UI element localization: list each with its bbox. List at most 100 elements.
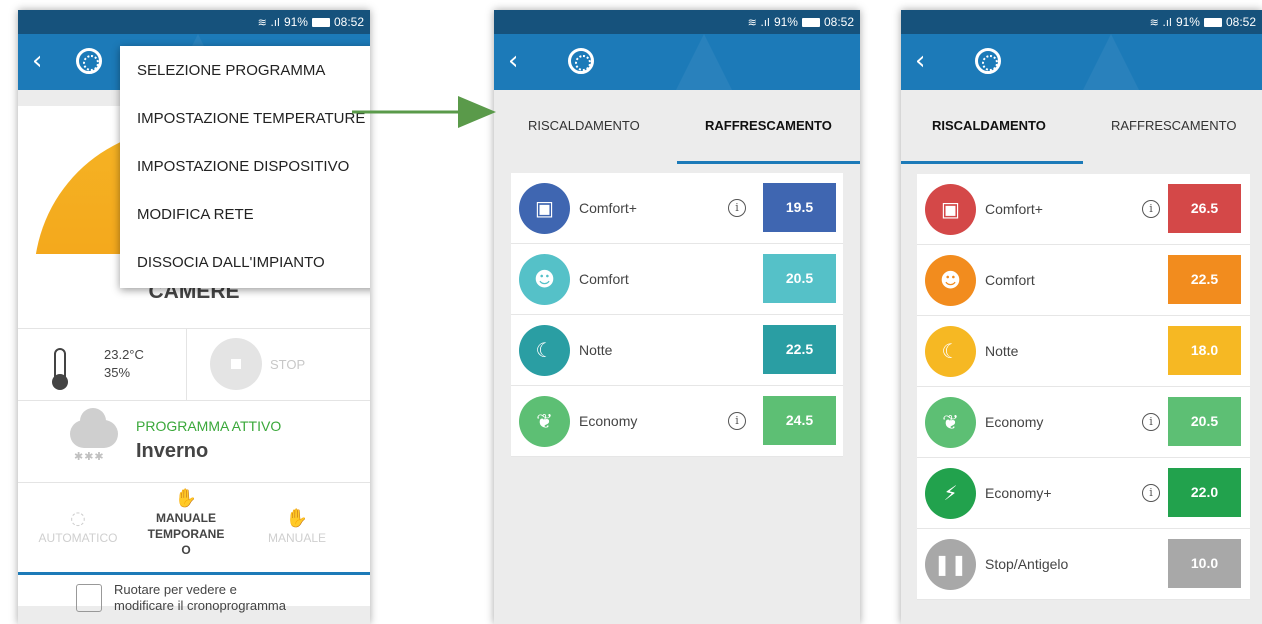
mode-manual-button[interactable]: ✋ MANUALE — [250, 508, 344, 546]
armchair-icon-glyph: ▣ — [535, 196, 554, 220]
overflow-menu: SELEZIONE PROGRAMMA IMPOSTAZIONE TEMPERA… — [120, 46, 370, 288]
status-bar: ≋ .ıl 91% 08:52 — [901, 10, 1262, 34]
menu-item-temperature-settings[interactable]: IMPOSTAZIONE TEMPERATURE — [137, 110, 365, 127]
rotate-hint: Ruotare per vedere e modificare il crono… — [114, 582, 286, 614]
temperature-value-button[interactable]: 22.5 — [763, 325, 836, 374]
active-tab-indicator — [901, 161, 1083, 164]
info-icon[interactable]: i — [728, 199, 746, 217]
menu-item-device-settings[interactable]: IMPOSTAZIONE DISPOSITIVO — [137, 158, 349, 175]
list-item[interactable]: ☻ Comfort 20.5 — [511, 244, 843, 315]
temperature-value-button[interactable]: 19.5 — [763, 183, 836, 232]
stop-button[interactable] — [210, 338, 262, 390]
mode-temp-label-2: TEMPORANE — [147, 527, 225, 541]
mode-tabs: RISCALDAMENTO RAFFRESCAMENTO — [901, 90, 1262, 164]
phone-screen-main: ≋ .ıl 91% 08:52 ‹ MIN CAMERE 23.2°C 35% … — [18, 10, 370, 624]
list-item-label: Notte — [985, 343, 1019, 359]
mode-automatic-label: AUTOMATICO — [38, 531, 118, 545]
battery-text: 91% — [773, 15, 798, 29]
temperature-value-button[interactable]: 22.5 — [1168, 255, 1241, 304]
tab-cooling[interactable]: RAFFRESCAMENTO — [1111, 118, 1236, 133]
stop-label: STOP — [270, 357, 306, 372]
list-item-label: Comfort+ — [579, 200, 637, 216]
status-bar: ≋ .ıl 91% 08:52 — [494, 10, 860, 34]
info-icon[interactable]: i — [1142, 413, 1160, 431]
armchair-icon: ▣ — [925, 184, 976, 235]
temperature-value-button[interactable]: 22.0 — [1168, 468, 1241, 517]
pause-icon: ❚❚ — [925, 539, 976, 590]
list-item[interactable]: ▣ Comfort+ i 19.5 — [511, 173, 843, 244]
moon-icon: ☾ — [925, 326, 976, 377]
back-icon[interactable]: ‹ — [508, 48, 518, 74]
temperature-value-button[interactable]: 10.0 — [1168, 539, 1241, 588]
menu-item-dissociate[interactable]: DISSOCIA DALL'IMPIANTO — [137, 254, 325, 271]
list-item-label: Economy — [985, 414, 1044, 430]
menu-item-edit-network[interactable]: MODIFICA RETE — [137, 206, 254, 223]
active-tab-indicator — [677, 161, 860, 164]
back-icon[interactable]: ‹ — [915, 48, 925, 74]
mode-tabs: RISCALDAMENTO RAFFRESCAMENTO — [494, 90, 860, 164]
app-bar: ‹ — [901, 34, 1262, 90]
mode-indicator-bar — [18, 572, 370, 575]
mode-temporary-manual-button[interactable]: ✋ MANUALE TEMPORANE O — [142, 488, 230, 558]
armchair-icon-glyph: ▣ — [941, 197, 960, 221]
active-program-value[interactable]: Inverno — [136, 440, 208, 463]
list-item[interactable]: ⚡ Economy+ i 22.0 — [917, 458, 1250, 529]
temperature-value-button[interactable]: 20.5 — [1168, 397, 1241, 446]
moon-icon: ☾ — [519, 325, 570, 376]
divider — [18, 328, 370, 329]
leaf-icon: ❦ — [519, 396, 570, 447]
battery-icon — [311, 17, 330, 27]
list-item-label: Stop/Antigelo — [985, 556, 1069, 572]
mode-automatic-button[interactable]: ◌ AUTOMATICO — [28, 508, 128, 546]
tab-heating[interactable]: RISCALDAMENTO — [932, 118, 1046, 133]
clock: 08:52 — [823, 15, 854, 29]
person-check-icon: ☻ — [519, 254, 570, 305]
person-check-icon: ☻ — [925, 255, 976, 306]
temperature-value: 23.2°C — [104, 347, 144, 362]
brand-logo-icon — [568, 48, 594, 74]
tab-cooling[interactable]: RAFFRESCAMENTO — [705, 118, 832, 133]
battery-text: 91% — [283, 15, 308, 29]
temperature-value-button[interactable]: 24.5 — [763, 396, 836, 445]
mode-manual-label: MANUALE — [267, 531, 326, 545]
clock: 08:52 — [1225, 15, 1256, 29]
humidity-value: 35% — [104, 365, 131, 380]
rotate-device-icon — [76, 584, 102, 612]
hand-icon: ✋ — [285, 508, 309, 529]
pause-icon-glyph: ❚❚ — [933, 552, 968, 576]
list-item[interactable]: ❦ Economy i 24.5 — [511, 386, 843, 457]
list-item[interactable]: ❚❚ Stop/Antigelo 10.0 — [917, 529, 1250, 600]
list-item[interactable]: ❦ Economy i 20.5 — [917, 387, 1250, 458]
clock: 08:52 — [333, 15, 364, 29]
auto-cycle-icon: ◌ — [70, 508, 86, 529]
thermometer-icon — [52, 348, 68, 390]
gauge-min-label: MIN — [46, 260, 76, 277]
person-check-icon-glyph: ☻ — [940, 268, 961, 292]
signal-icon: ≋ .ıl — [747, 15, 770, 29]
tab-heating[interactable]: RISCALDAMENTO — [528, 118, 640, 133]
snowflakes-icon: ✱✱✱ — [74, 451, 105, 463]
info-icon[interactable]: i — [728, 412, 746, 430]
menu-item-program-selection[interactable]: SELEZIONE PROGRAMMA — [137, 62, 325, 79]
list-item[interactable]: ☾ Notte 22.5 — [511, 315, 843, 386]
battery-text: 91% — [1175, 15, 1200, 29]
temperature-value-button[interactable]: 26.5 — [1168, 184, 1241, 233]
list-item-label: Economy — [579, 413, 638, 429]
info-icon[interactable]: i — [1142, 200, 1160, 218]
list-item[interactable]: ☻ Comfort 22.5 — [917, 245, 1250, 316]
temperature-value-button[interactable]: 20.5 — [763, 254, 836, 303]
temperature-list: ▣ Comfort+ i 26.5 ☻ Comfort 22.5 ☾ Notte 18.0 ❦ Eco… — [917, 174, 1250, 600]
signal-icon: ≋ .ıl — [1149, 15, 1172, 29]
phone-screen-heating: ≋ .ıl 91% 08:52 ‹ RISCALDAMENTO RAFFRESC… — [901, 10, 1262, 624]
flow-arrow — [352, 96, 496, 128]
brand-logo-icon — [76, 48, 102, 74]
info-icon[interactable]: i — [1142, 484, 1160, 502]
temperature-value-button[interactable]: 18.0 — [1168, 326, 1241, 375]
list-item[interactable]: ▣ Comfort+ i 26.5 — [917, 174, 1250, 245]
list-item[interactable]: ☾ Notte 18.0 — [917, 316, 1250, 387]
rotate-hint-line-2: modificare il cronoprogramma — [114, 598, 286, 613]
back-icon[interactable]: ‹ — [32, 48, 42, 74]
divider — [18, 400, 370, 401]
list-item-label: Comfort — [985, 272, 1035, 288]
leaf-bolt-icon: ⚡ — [925, 468, 976, 519]
